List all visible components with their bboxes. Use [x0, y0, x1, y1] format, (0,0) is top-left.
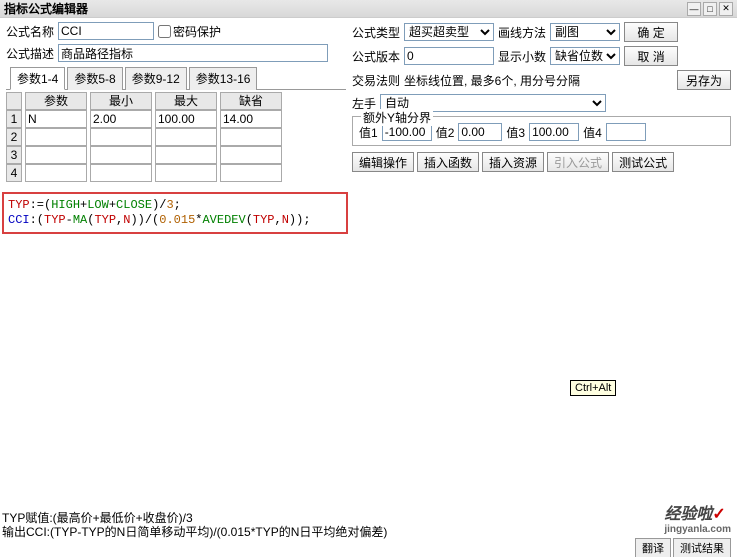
param-max-3[interactable] [156, 147, 216, 163]
desc-input[interactable] [58, 44, 328, 62]
rule-label: 交易法则 [352, 72, 400, 89]
param-tab-3[interactable]: 参数9-12 [125, 67, 187, 90]
param-name-1[interactable] [26, 111, 86, 127]
name-label: 公式名称 [6, 23, 54, 40]
draw-select[interactable]: 副图 [550, 23, 620, 41]
footer-line-2: 输出CCI:(TYP-TYP的N日简单移动平均)/(0.015*TYP的N日平均… [2, 525, 735, 539]
v4-label: 值4 [583, 124, 602, 141]
bottom-tab-test-result[interactable]: 测试结果 [673, 538, 731, 557]
shortcut-tooltip: Ctrl+Alt [570, 380, 616, 396]
v3-input[interactable] [529, 123, 579, 141]
param-tab-2[interactable]: 参数5-8 [67, 67, 122, 90]
saveas-button[interactable]: 另存为 [677, 70, 731, 90]
v3-label: 值3 [506, 124, 525, 141]
param-min-2[interactable] [91, 129, 151, 145]
param-tab-4[interactable]: 参数13-16 [189, 67, 258, 90]
rule-hint: 坐标线位置, 最多6个, 用分号分隔 [404, 72, 673, 89]
col-min: 最小 [90, 92, 152, 110]
param-tab-1[interactable]: 参数1-4 [10, 67, 65, 90]
draw-label: 画线方法 [498, 24, 546, 41]
v4-input[interactable] [606, 123, 646, 141]
minimize-button[interactable]: — [687, 2, 701, 16]
param-name-4[interactable] [26, 165, 86, 181]
extra-y-legend: 额外Y轴分界 [361, 109, 433, 126]
param-def-4[interactable] [221, 165, 281, 181]
param-max-4[interactable] [156, 165, 216, 181]
param-table: 1 2 3 4 参数 最小 最大 [6, 92, 346, 182]
extra-y-fieldset: 额外Y轴分界 值1 值2 值3 值4 [352, 116, 731, 146]
window-title: 指标公式编辑器 [4, 0, 687, 17]
v2-input[interactable] [458, 123, 502, 141]
param-def-3[interactable] [221, 147, 281, 163]
ver-label: 公式版本 [352, 48, 400, 65]
param-min-1[interactable] [91, 111, 151, 127]
maximize-button[interactable]: □ [703, 2, 717, 16]
v1-label: 值1 [359, 124, 378, 141]
param-name-3[interactable] [26, 147, 86, 163]
output-footer: TYP赋值:(最高价+最低价+收盘价)/3 输出CCI:(TYP-TYP的N日简… [2, 511, 735, 539]
type-select[interactable]: 超买超卖型 [404, 23, 494, 41]
test-formula-button[interactable]: 测试公式 [612, 152, 674, 172]
watermark: 经验啦✓ jingyanla.com [664, 500, 731, 535]
type-label: 公式类型 [352, 24, 400, 41]
password-checkbox[interactable]: 密码保护 [158, 23, 221, 40]
param-tabs: 参数1-4 参数5-8 参数9-12 参数13-16 [6, 66, 346, 90]
import-formula-button[interactable]: 引入公式 [547, 152, 609, 172]
insert-func-button[interactable]: 插入函数 [417, 152, 479, 172]
footer-line-1: TYP赋值:(最高价+最低价+收盘价)/3 [2, 511, 735, 525]
ok-button[interactable]: 确 定 [624, 22, 678, 42]
dec-select[interactable]: 缺省位数 [550, 47, 620, 65]
col-max: 最大 [155, 92, 217, 110]
name-input[interactable] [58, 22, 154, 40]
cancel-button[interactable]: 取 消 [624, 46, 678, 66]
desc-label: 公式描述 [6, 45, 54, 62]
close-button[interactable]: ✕ [719, 2, 733, 16]
col-def: 缺省 [220, 92, 282, 110]
param-min-4[interactable] [91, 165, 151, 181]
param-min-3[interactable] [91, 147, 151, 163]
param-def-2[interactable] [221, 129, 281, 145]
formula-editor[interactable]: TYP:=(HIGH+LOW+CLOSE)/3;CCI:(TYP-MA(TYP,… [2, 192, 348, 234]
param-def-1[interactable] [221, 111, 281, 127]
bottom-tab-translate[interactable]: 翻译 [635, 538, 671, 557]
param-max-2[interactable] [156, 129, 216, 145]
dec-label: 显示小数 [498, 48, 546, 65]
param-name-2[interactable] [26, 129, 86, 145]
param-max-1[interactable] [156, 111, 216, 127]
col-param: 参数 [25, 92, 87, 110]
insert-res-button[interactable]: 插入资源 [482, 152, 544, 172]
ver-input[interactable] [404, 47, 494, 65]
edit-ops-button[interactable]: 编辑操作 [352, 152, 414, 172]
v2-label: 值2 [436, 124, 455, 141]
